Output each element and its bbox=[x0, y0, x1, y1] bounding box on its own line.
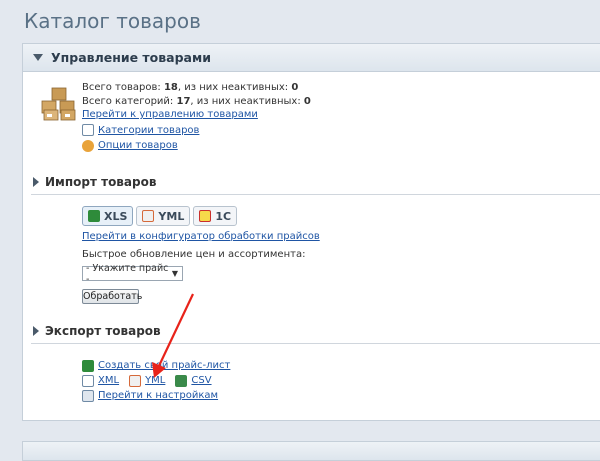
annotation-arrow-icon bbox=[152, 293, 194, 378]
